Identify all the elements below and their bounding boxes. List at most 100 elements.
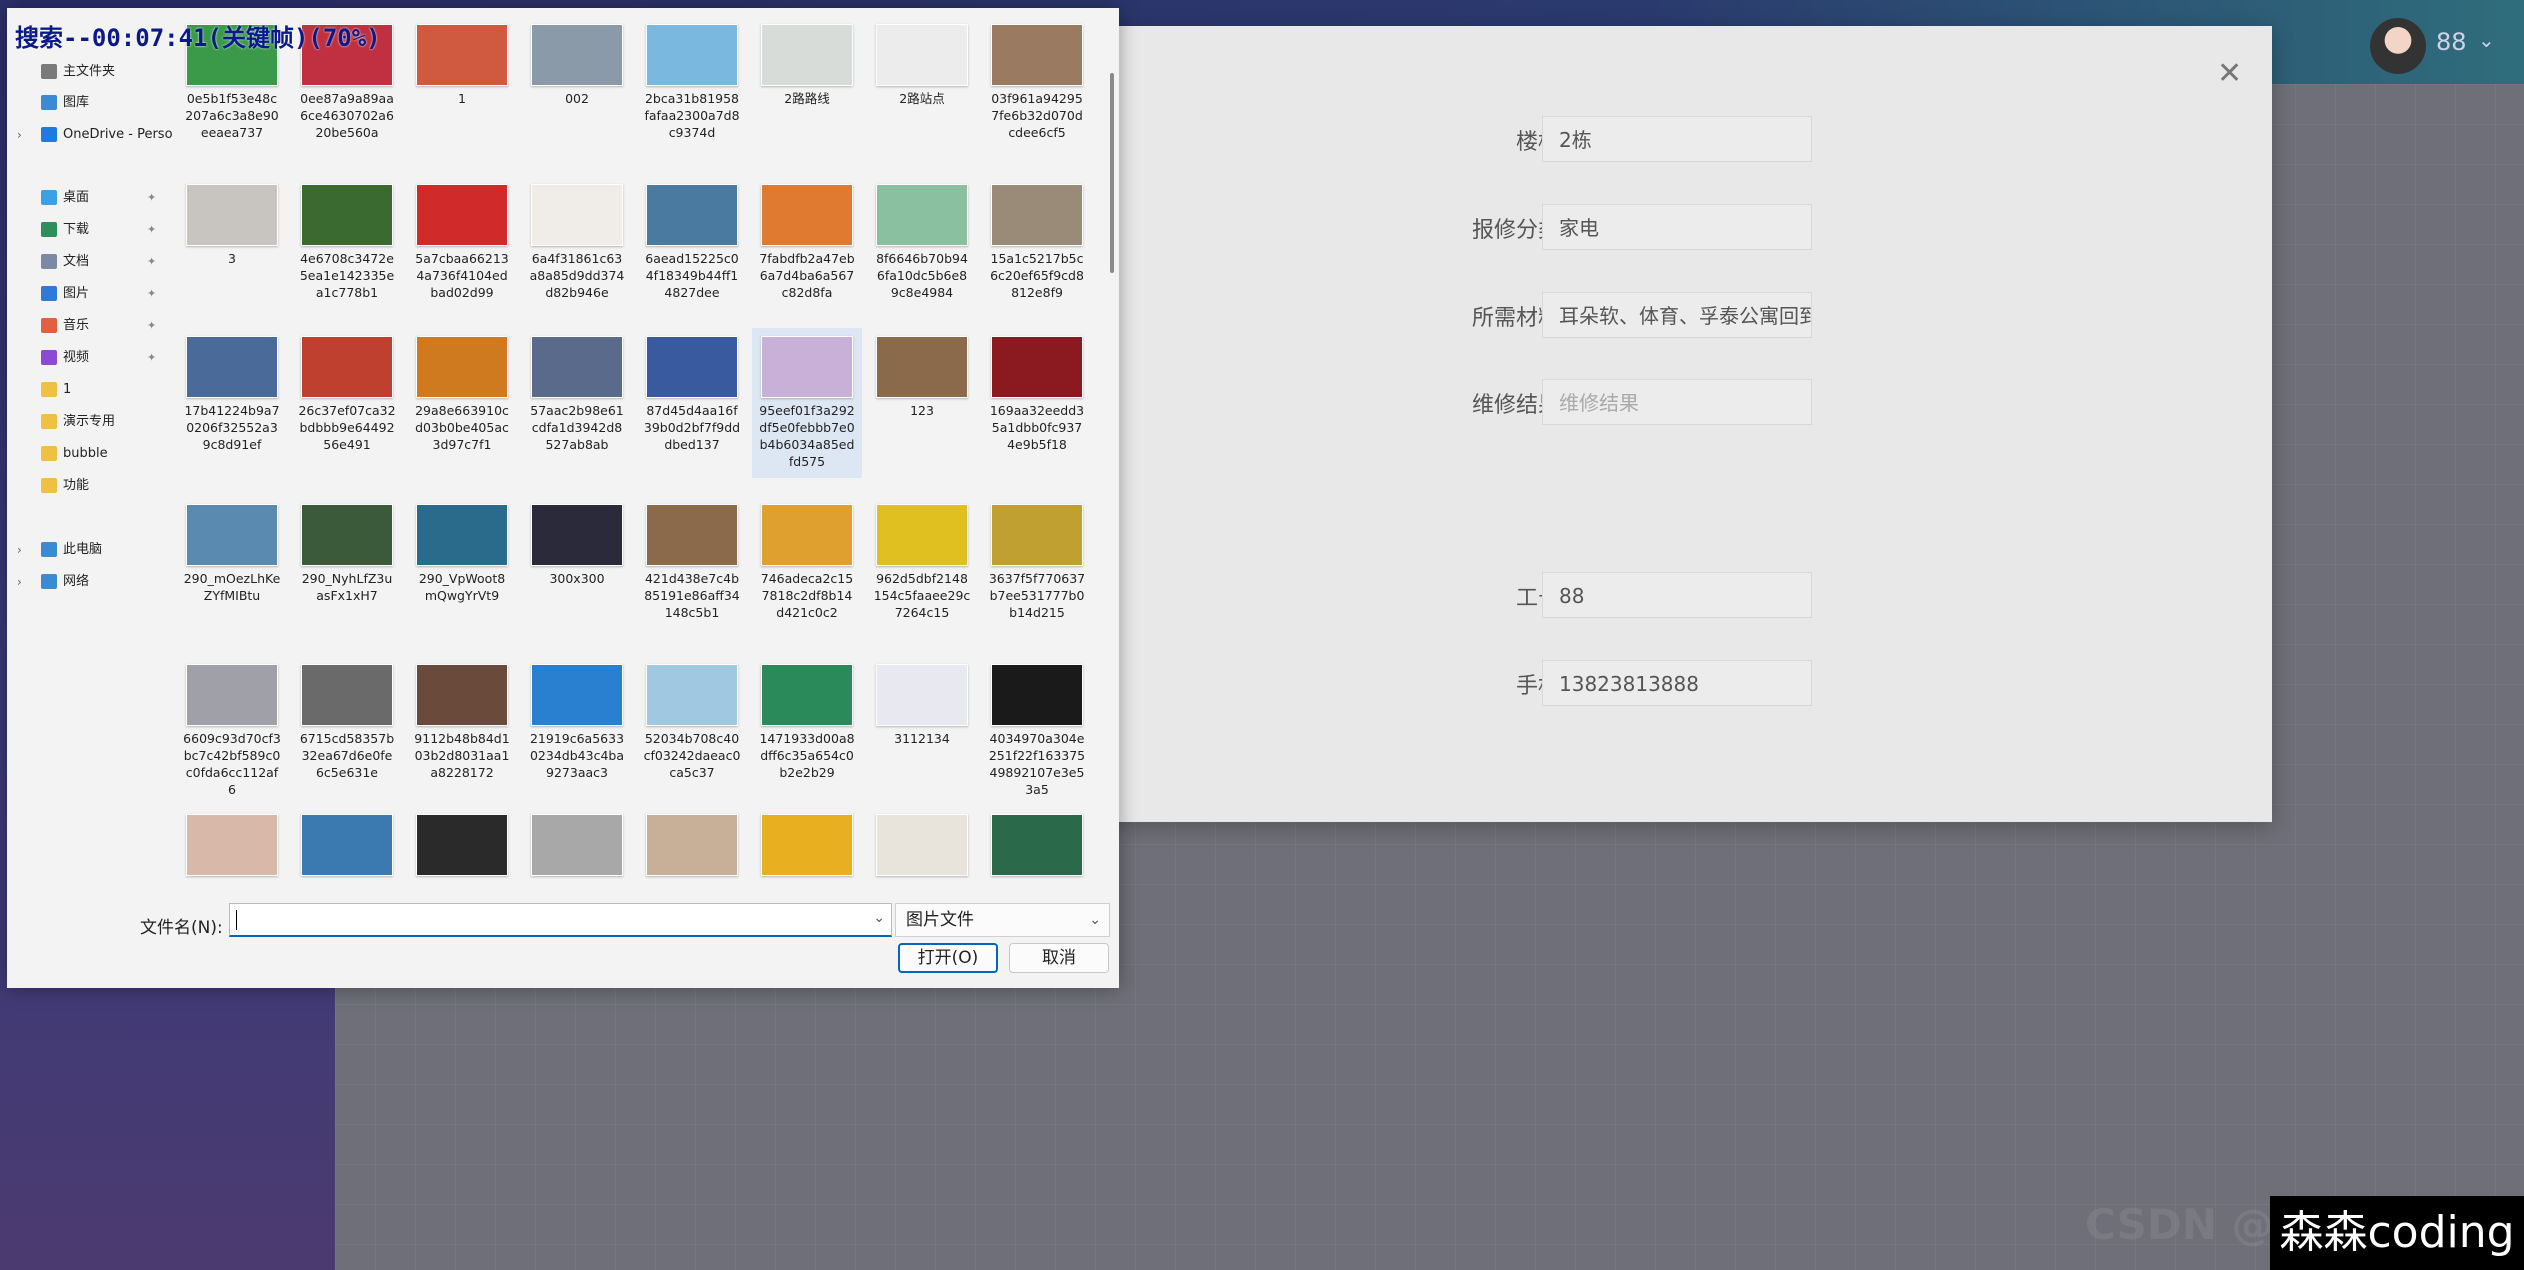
chevron-right-icon[interactable]: › xyxy=(17,121,22,149)
file-tile[interactable]: 95eef01f3a292df5e0febbb7e0b4b6034a85edfd… xyxy=(752,328,862,478)
nav-item[interactable]: bubble xyxy=(7,440,167,468)
image-thumbnail xyxy=(646,336,738,398)
nav-item[interactable]: 文档 ✦ xyxy=(7,248,167,276)
file-tile[interactable]: 421d438e7c4b85191e86aff34148c5b1 xyxy=(637,496,747,646)
image-thumbnail xyxy=(876,184,968,246)
open-button[interactable]: 打开(O) xyxy=(898,943,998,973)
file-tile[interactable] xyxy=(407,806,517,896)
file-name: 0ee87a9a89aa6ce4630702a620be560a xyxy=(300,91,394,140)
user-avatar[interactable] xyxy=(2370,18,2426,74)
employee-id-input[interactable]: 88 xyxy=(1542,572,1812,618)
nav-item[interactable]: › OneDrive - Perso xyxy=(7,121,173,149)
file-tile[interactable] xyxy=(292,806,402,896)
file-tile[interactable]: 002 xyxy=(522,16,632,166)
file-tile[interactable]: 3112134 xyxy=(867,656,977,806)
file-tile[interactable]: 2路路线 xyxy=(752,16,862,166)
result-input[interactable]: 维修结果 xyxy=(1542,379,1812,425)
user-number[interactable]: 88 xyxy=(2436,28,2467,56)
file-tile[interactable]: 2路站点 xyxy=(867,16,977,166)
form-row-result: 维修结果 维修结果 xyxy=(1105,373,2272,433)
image-thumbnail xyxy=(991,504,1083,566)
file-tile[interactable]: 2bca31b81958fafaa2300a7d8c9374d xyxy=(637,16,747,166)
image-thumbnail xyxy=(416,664,508,726)
file-tile[interactable]: 5a7cbaa662134a736f4104edbad02d99 xyxy=(407,176,517,326)
file-tile[interactable] xyxy=(177,806,287,896)
file-tile[interactable]: 3637f5f770637b7ee531777b0b14d215 xyxy=(982,496,1092,646)
file-tile[interactable]: 746adeca2c157818c2df8b14d421c0c2 xyxy=(752,496,862,646)
file-tile[interactable]: 8f6646b70b946fa10dc5b6e89c8e4984 xyxy=(867,176,977,326)
chevron-right-icon[interactable]: › xyxy=(17,568,22,596)
file-tile[interactable]: 1471933d00a8dff6c35a654c0b2e2b29 xyxy=(752,656,862,806)
nav-item[interactable]: 演示专用 xyxy=(7,408,167,436)
file-tile[interactable] xyxy=(752,806,862,896)
file-tile[interactable]: 290_NyhLfZ3uasFx1xH7 xyxy=(292,496,402,646)
nav-item[interactable]: › 网络 xyxy=(7,568,167,596)
vertical-scrollbar[interactable] xyxy=(1108,28,1116,888)
file-tile[interactable]: 123 xyxy=(867,328,977,478)
image-thumbnail xyxy=(416,24,508,86)
file-tile[interactable]: 290_VpWoot8mQwgYrVt9 xyxy=(407,496,517,646)
chevron-down-icon[interactable]: ⌄ xyxy=(1089,904,1101,936)
materials-input[interactable]: 耳朵软、体育、孚泰公寓回到 xyxy=(1542,292,1812,338)
chevron-down-icon[interactable]: ⌄ xyxy=(873,910,885,926)
image-thumbnail xyxy=(991,814,1083,876)
nav-item[interactable]: 1 xyxy=(7,376,167,404)
nav-item[interactable]: 图库 xyxy=(7,89,167,117)
file-tile[interactable]: 29a8e663910cd03b0be405ac3d97c7f1 xyxy=(407,328,517,478)
file-tile[interactable]: 4034970a304e251f22f16337549892107e3e53a5 xyxy=(982,656,1092,806)
file-tile[interactable]: 290_mOezLhKeZYfMIBtu xyxy=(177,496,287,646)
file-tile[interactable] xyxy=(522,806,632,896)
chevron-right-icon[interactable]: › xyxy=(17,536,22,564)
nav-item[interactable]: 主文件夹 xyxy=(7,58,167,86)
category-input[interactable]: 家电 xyxy=(1542,204,1812,250)
video-icon xyxy=(41,350,57,365)
file-tile[interactable]: 6aead15225c04f18349b44ff14827dee xyxy=(637,176,747,326)
scrollbar-thumb[interactable] xyxy=(1110,73,1114,273)
file-tile[interactable]: 6a4f31861c63a8a85d9dd374d82b946e xyxy=(522,176,632,326)
file-tile[interactable]: 1 xyxy=(407,16,517,166)
download-icon xyxy=(41,222,57,237)
filetype-select[interactable]: 图片文件 ⌄ xyxy=(895,903,1110,937)
file-tile[interactable]: 300x300 xyxy=(522,496,632,646)
file-tile[interactable]: 57aac2b98e61cdfa1d3942d8527ab8ab xyxy=(522,328,632,478)
file-name xyxy=(522,876,632,880)
nav-item[interactable]: 桌面 ✦ xyxy=(7,184,167,212)
file-tile[interactable]: 3 xyxy=(177,176,287,326)
file-tile[interactable]: 6715cd58357b32ea67d6e0fe6c5e631e xyxy=(292,656,402,806)
image-thumbnail xyxy=(991,184,1083,246)
filetype-value: 图片文件 xyxy=(906,910,974,930)
file-tile[interactable]: 52034b708c40cf03242daeac0ca5c37 xyxy=(637,656,747,806)
nav-item[interactable]: › 此电脑 xyxy=(7,536,167,564)
file-tile[interactable]: 962d5dbf2148154c5faaee29c7264c15 xyxy=(867,496,977,646)
file-tile[interactable]: 15a1c5217b5c6c20ef65f9cd8812e8f9 xyxy=(982,176,1092,326)
nav-item[interactable]: 音乐 ✦ xyxy=(7,312,167,340)
file-name: 21919c6a56330234db43c4ba9273aac3 xyxy=(529,731,625,780)
phone-input[interactable]: 13823813888 xyxy=(1542,660,1812,706)
nav-item[interactable]: 视频 ✦ xyxy=(7,344,167,372)
file-tile[interactable]: 17b41224b9a70206f32552a39c8d91ef xyxy=(177,328,287,478)
nav-item[interactable]: 图片 ✦ xyxy=(7,280,167,308)
building-input[interactable]: 2栋 xyxy=(1542,116,1812,162)
image-thumbnail xyxy=(646,814,738,876)
file-tile[interactable]: 21919c6a56330234db43c4ba9273aac3 xyxy=(522,656,632,806)
cancel-button[interactable]: 取消 xyxy=(1009,943,1109,973)
image-thumbnail xyxy=(646,184,738,246)
file-tile[interactable]: 4e6708c3472e5ea1e142335ea1c778b1 xyxy=(292,176,402,326)
file-tile[interactable]: 7fabdfb2a47eb6a7d4ba6a567c82d8fa xyxy=(752,176,862,326)
file-tile[interactable]: 03f961a942957fe6b32d070dcdee6cf5 xyxy=(982,16,1092,166)
file-tile[interactable] xyxy=(867,806,977,896)
close-icon[interactable]: ✕ xyxy=(2217,56,2242,91)
file-tile[interactable] xyxy=(982,806,1092,896)
file-tile[interactable]: 9112b48b84d103b2d8031aa1a8228172 xyxy=(407,656,517,806)
chevron-down-icon[interactable]: ⌄ xyxy=(2478,28,2495,52)
filename-input[interactable]: ⌄ xyxy=(229,903,892,937)
pin-icon: ✦ xyxy=(147,255,157,268)
file-tile[interactable]: 87d45d4aa16f39b0d2bf7f9dddbed137 xyxy=(637,328,747,478)
nav-item[interactable]: 功能 xyxy=(7,472,167,500)
file-tile[interactable]: 6609c93d70cf3bc7c42bf589c0c0fda6cc112af6 xyxy=(177,656,287,806)
image-thumbnail xyxy=(186,504,278,566)
file-tile[interactable]: 169aa32eedd35a1dbb0fc9374e9b5f18 xyxy=(982,328,1092,478)
file-tile[interactable]: 26c37ef07ca32bdbbb9e6449256e491 xyxy=(292,328,402,478)
file-tile[interactable] xyxy=(637,806,747,896)
nav-item[interactable]: 下载 ✦ xyxy=(7,216,167,244)
